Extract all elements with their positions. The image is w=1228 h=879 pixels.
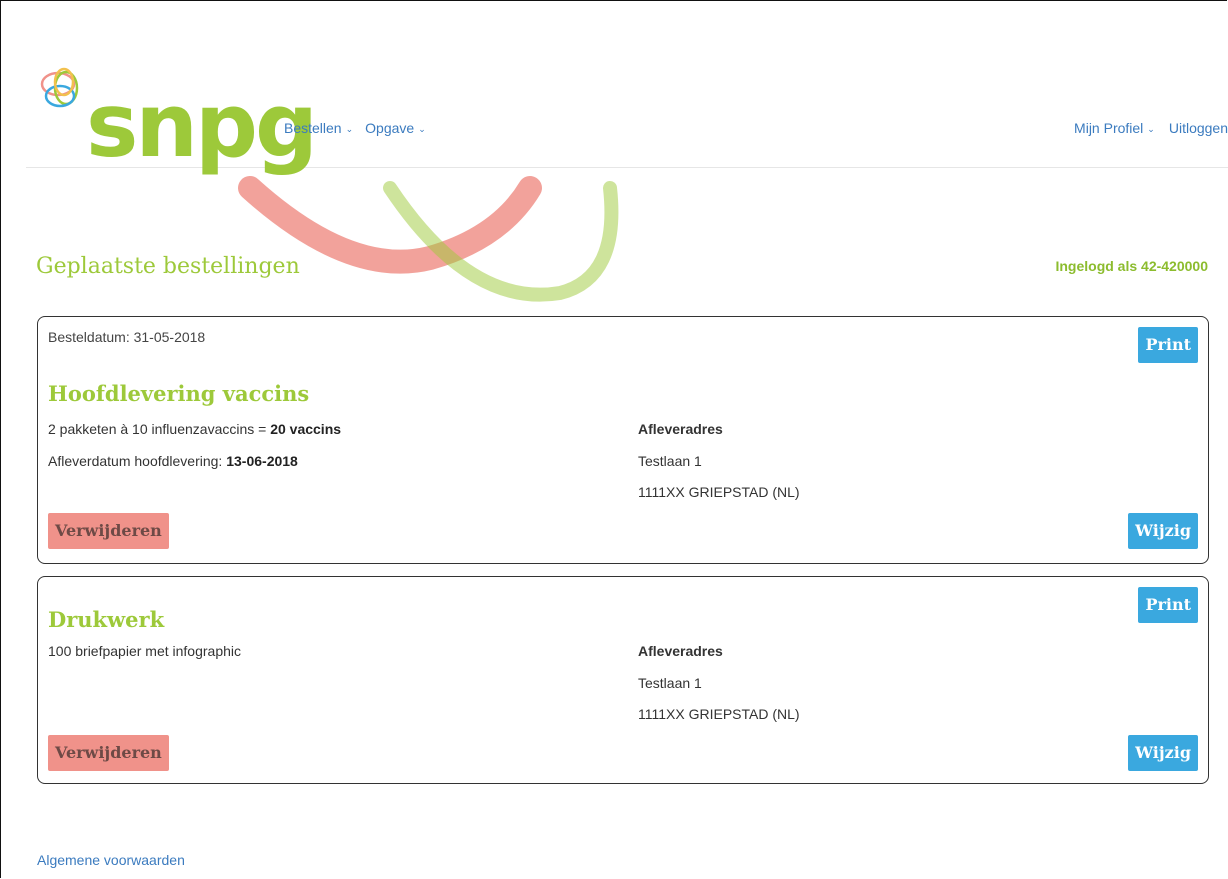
address-title: Afleveradres bbox=[638, 421, 723, 437]
chevron-down-icon: ⌄ bbox=[345, 123, 354, 134]
order-title: Drukwerk bbox=[48, 607, 165, 632]
order-description: 100 briefpapier met infographic bbox=[48, 643, 242, 659]
logo-circles-icon bbox=[40, 67, 79, 108]
order-quantity: 2 pakketen à 10 influenzavaccins = 20 va… bbox=[48, 421, 341, 437]
nav-bestellen[interactable]: Bestellen ⌄ bbox=[284, 120, 353, 136]
address-city: 1111XX GRIEPSTAD (NL) bbox=[638, 484, 800, 500]
delivery-date-label: Afleverdatum hoofdlevering: bbox=[48, 453, 227, 469]
page-title: Geplaatste bestellingen bbox=[36, 254, 300, 279]
nav-bestellen-label: Bestellen bbox=[284, 120, 342, 136]
login-status: Ingelogd als 42-420000 bbox=[1055, 258, 1208, 274]
nav-mijn-profiel-label: Mijn Profiel bbox=[1074, 120, 1144, 136]
user-nav: Mijn Profiel ⌄ Uitloggen bbox=[1074, 120, 1228, 136]
order-card: Besteldatum: 31-05-2018 Print Hoofdlever… bbox=[37, 316, 1209, 564]
edit-button[interactable]: Wijzig bbox=[1128, 513, 1198, 549]
order-title: Hoofdlevering vaccins bbox=[48, 381, 310, 406]
address-title: Afleveradres bbox=[638, 643, 723, 659]
delivery-date-value: 13-06-2018 bbox=[226, 453, 298, 469]
delete-button[interactable]: Verwijderen bbox=[48, 513, 169, 549]
edit-button[interactable]: Wijzig bbox=[1128, 735, 1198, 771]
delete-button[interactable]: Verwijderen bbox=[48, 735, 169, 771]
order-quantity-total: 20 vaccins bbox=[270, 421, 342, 437]
background-swoosh-decoration bbox=[238, 176, 619, 302]
nav-uitloggen[interactable]: Uitloggen bbox=[1169, 120, 1228, 136]
chevron-down-icon: ⌄ bbox=[418, 123, 426, 134]
main-nav: Bestellen ⌄ Opgave ⌄ bbox=[284, 120, 426, 136]
nav-mijn-profiel[interactable]: Mijn Profiel ⌄ bbox=[1074, 120, 1155, 136]
order-delivery-date: Afleverdatum hoofdlevering: 13-06-2018 bbox=[48, 453, 298, 469]
site-header: snpg Bestellen ⌄ Opgave ⌄ Mijn Profiel ⌄… bbox=[26, 0, 1228, 170]
address-street: Testlaan 1 bbox=[638, 453, 702, 469]
chevron-down-icon: ⌄ bbox=[1147, 123, 1155, 134]
order-date: Besteldatum: 31-05-2018 bbox=[48, 329, 206, 345]
terms-link[interactable]: Algemene voorwaarden bbox=[37, 852, 185, 868]
print-button[interactable]: Print bbox=[1138, 327, 1198, 363]
address-street: Testlaan 1 bbox=[638, 675, 702, 691]
order-quantity-text: 2 pakketen à 10 influenzavaccins = bbox=[48, 421, 271, 437]
address-city: 1111XX GRIEPSTAD (NL) bbox=[638, 706, 800, 722]
order-card: Print Drukwerk 100 briefpapier met infog… bbox=[37, 576, 1209, 784]
print-button[interactable]: Print bbox=[1138, 587, 1198, 623]
logo-wordmark[interactable]: snpg bbox=[86, 82, 318, 170]
nav-opgave-label: Opgave bbox=[365, 120, 415, 136]
nav-uitloggen-label: Uitloggen bbox=[1168, 120, 1228, 136]
nav-opgave[interactable]: Opgave ⌄ bbox=[365, 120, 426, 136]
